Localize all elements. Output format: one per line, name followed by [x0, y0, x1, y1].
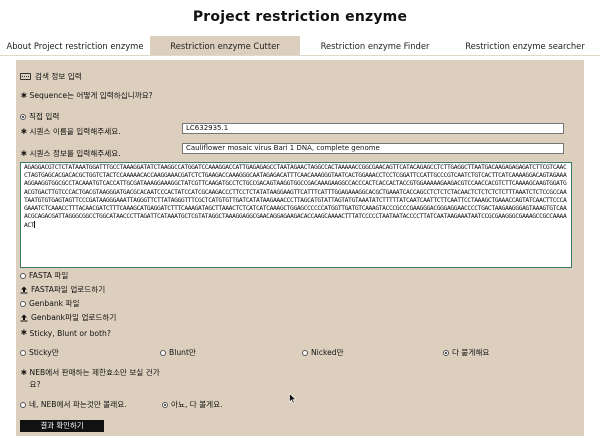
blunt-label: Blunt만 [169, 348, 196, 357]
end-type-question: Sticky, Blunt or both? [29, 328, 111, 338]
asterisk-icon: ∗ [20, 148, 28, 159]
direct-input-option[interactable]: 직접 입력 [20, 111, 59, 122]
description-heading: ∗ 시퀀스 정보를 입력해주세요. [20, 148, 121, 159]
neb-all-option[interactable]: 아뇨, 다 볼게요. [162, 399, 223, 410]
sequence-textarea[interactable]: AGAGGACGTCTCTATAAATGGATTTGCCTAAAGGATATCT… [20, 162, 572, 268]
neb-question: NEB에서 판매하는 제한효소만 보실 건가요? [29, 368, 160, 389]
search-form-panel: 검색 정보 입력 ∗ Sequence는 어떻게 입력하십니까요? 직접 입력 … [16, 60, 584, 436]
neb-only-radio[interactable] [20, 401, 26, 408]
upload-icon [20, 286, 28, 294]
sequence-text: AGAGGACGTCTCTATAAATGGATTTGCCTAAAGGATATCT… [24, 164, 567, 230]
end-type-blunt[interactable]: Blunt만 [160, 347, 196, 358]
tab-searcher[interactable]: Restriction enzyme searcher [450, 36, 600, 55]
end-type-nicked[interactable]: Nicked만 [302, 347, 344, 358]
text-caret [34, 221, 36, 229]
blunt-radio[interactable] [160, 349, 166, 356]
submit-button[interactable]: 결과 확인하기 [20, 420, 104, 432]
asterisk-icon: ∗ [20, 328, 28, 338]
asterisk-icon: ∗ [20, 90, 28, 101]
neb-only-option[interactable]: 네, NEB에서 파는것만 볼래요. [20, 399, 127, 410]
all-label: 다 붙게해요 [452, 348, 490, 357]
tab-bar: About Project restriction enzyme Restric… [0, 36, 600, 56]
section-header: 검색 정보 입력 [20, 71, 82, 82]
input-method-heading: ∗ Sequence는 어떻게 입력하십니까요? [20, 90, 153, 101]
genbank-radio[interactable] [20, 300, 26, 307]
direct-input-label: 직접 입력 [29, 112, 60, 121]
neb-all-label: 아뇨, 다 볼게요. [171, 400, 223, 409]
sticky-radio[interactable] [20, 349, 26, 356]
sticky-label: Sticky만 [29, 348, 59, 357]
section-title: 검색 정보 입력 [35, 72, 82, 81]
genbank-label: Genbank 파일 [29, 299, 80, 308]
fasta-upload[interactable]: FASTA파일 업로드하기 [20, 284, 105, 295]
end-type-all[interactable]: 다 붙게해요 [443, 347, 489, 358]
genbank-upload[interactable]: Genbank파일 업로드하기 [20, 312, 116, 323]
keyboard-icon [20, 73, 31, 80]
direct-input-radio[interactable] [20, 113, 26, 120]
description-label: 시퀀스 정보를 입력해주세요. [29, 149, 121, 158]
input-method-question: Sequence는 어떻게 입력하십니까요? [29, 91, 153, 100]
tab-finder[interactable]: Restriction enzyme Finder [300, 36, 450, 55]
accession-label: 시퀀스 이름을 입력해주세요. [29, 127, 121, 136]
accession-input[interactable]: LC632935.1 [182, 123, 564, 134]
asterisk-icon: ∗ [20, 368, 28, 378]
fasta-option[interactable]: FASTA 파일 [20, 270, 68, 281]
upload-icon [20, 314, 28, 322]
all-radio[interactable] [443, 349, 449, 356]
fasta-radio[interactable] [20, 272, 26, 279]
genbank-upload-label: Genbank파일 업로드하기 [31, 313, 117, 322]
fasta-label: FASTA 파일 [29, 271, 69, 280]
tab-cutter[interactable]: Restriction enzyme Cutter [150, 36, 300, 55]
end-type-heading: ∗ Sticky, Blunt or both? [20, 328, 111, 338]
mouse-cursor-icon [289, 393, 297, 404]
genbank-option[interactable]: Genbank 파일 [20, 298, 79, 309]
end-type-sticky[interactable]: Sticky만 [20, 347, 59, 358]
neb-only-label: 네, NEB에서 파는것만 볼래요. [29, 400, 127, 409]
description-input[interactable]: Cauliflower mosaic virus Bari 1 DNA, com… [182, 143, 564, 154]
neb-all-radio[interactable] [162, 401, 168, 408]
tab-about[interactable]: About Project restriction enzyme [0, 36, 150, 55]
page-title: Project restriction enzyme [192, 9, 408, 25]
nicked-radio[interactable] [302, 349, 308, 356]
asterisk-icon: ∗ [20, 126, 28, 137]
fasta-upload-label: FASTA파일 업로드하기 [31, 285, 106, 294]
nicked-label: Nicked만 [311, 348, 344, 357]
accession-heading: ∗ 시퀀스 이름을 입력해주세요. [20, 126, 121, 137]
neb-heading: ∗ NEB에서 판매하는 제한효소만 보실 건가요? [20, 367, 170, 391]
